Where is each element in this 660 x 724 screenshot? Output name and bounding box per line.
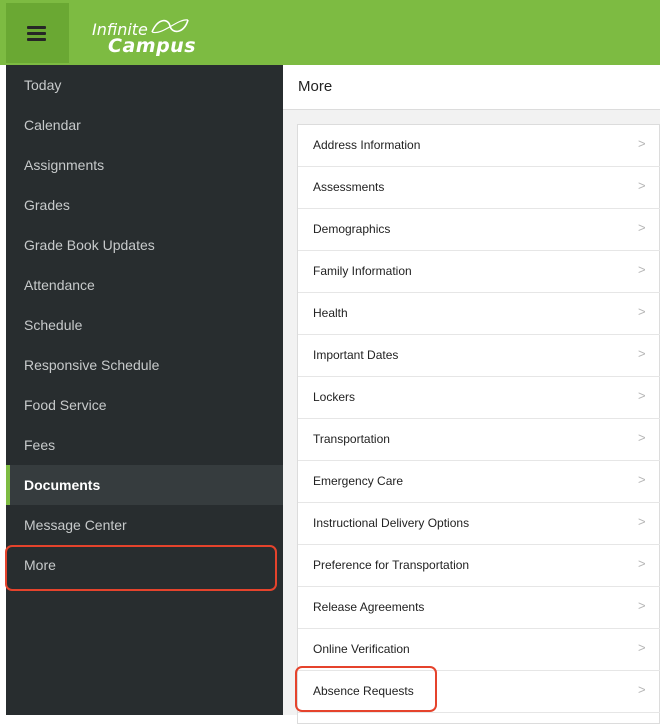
list-item-important-dates[interactable]: Important Dates > <box>298 335 660 377</box>
list-item-transportation[interactable]: Transportation > <box>298 419 660 461</box>
chevron-right-icon: > <box>638 430 646 445</box>
menu-icon <box>27 26 46 29</box>
chevron-right-icon: > <box>638 388 646 403</box>
list-item-family-information[interactable]: Family Information > <box>298 251 660 293</box>
sidebar-item-attendance[interactable]: Attendance <box>6 265 283 305</box>
list-item-label: Assessments <box>313 180 385 194</box>
chevron-right-icon: > <box>638 640 646 655</box>
list-item-release-agreements[interactable]: Release Agreements > <box>298 587 660 629</box>
chevron-right-icon: > <box>638 682 646 697</box>
list-item-label: Demographics <box>313 222 391 236</box>
sidebar-item-fees[interactable]: Fees <box>6 425 283 465</box>
page-title: More <box>298 78 333 95</box>
menu-icon-bar <box>27 38 46 41</box>
sidebar-item-grades[interactable]: Grades <box>6 185 283 225</box>
list-item-label: Lockers <box>313 390 356 404</box>
chevron-right-icon: > <box>638 472 646 487</box>
chevron-right-icon: > <box>638 556 646 571</box>
list-item-label: Preference for Transportation <box>313 558 470 572</box>
sidebar-nav: Today Calendar Assignments Grades Grade … <box>6 65 283 715</box>
sidebar-item-responsive-schedule[interactable]: Responsive Schedule <box>6 345 283 385</box>
list-item-health[interactable]: Health > <box>298 293 660 335</box>
list-item-online-verification[interactable]: Online Verification > <box>298 629 660 671</box>
chevron-right-icon: > <box>638 262 646 277</box>
list-item-emergency-care[interactable]: Emergency Care > <box>298 461 660 503</box>
sidebar-item-calendar[interactable]: Calendar <box>6 105 283 145</box>
sidebar-item-schedule[interactable]: Schedule <box>6 305 283 345</box>
list-item-demographics[interactable]: Demographics > <box>298 209 660 251</box>
sidebar-item-food-service[interactable]: Food Service <box>6 385 283 425</box>
list-item-label: Online Verification <box>313 642 410 656</box>
chevron-right-icon: > <box>638 304 646 319</box>
sidebar-item-today[interactable]: Today <box>6 65 283 105</box>
chevron-right-icon: > <box>638 220 646 235</box>
list-item-absence-requests[interactable]: Absence Requests > <box>298 671 660 713</box>
list-item-label: Address Information <box>313 138 421 152</box>
chevron-right-icon: > <box>638 346 646 361</box>
sidebar-item-message-center[interactable]: Message Center <box>6 505 283 545</box>
infinite-campus-logo[interactable]: Infinite Campus <box>90 18 200 58</box>
hamburger-menu-button[interactable] <box>6 3 69 63</box>
list-item-label: Emergency Care <box>313 474 404 488</box>
main-content: More Address Information > Assessments >… <box>283 65 660 724</box>
list-item-label: Absence Requests <box>313 684 414 698</box>
more-options-list: Address Information > Assessments > Demo… <box>297 124 660 724</box>
list-item-instructional-delivery-options[interactable]: Instructional Delivery Options > <box>298 503 660 545</box>
chevron-right-icon: > <box>638 598 646 613</box>
list-item-label: Family Information <box>313 264 412 278</box>
list-item-assessments[interactable]: Assessments > <box>298 167 660 209</box>
logo-text-campus: Campus <box>108 35 196 57</box>
sidebar-item-more[interactable]: More <box>6 545 283 585</box>
sidebar-item-grade-book-updates[interactable]: Grade Book Updates <box>6 225 283 265</box>
list-item-label: Transportation <box>313 432 390 446</box>
page-header: More <box>283 65 660 110</box>
chevron-right-icon: > <box>638 178 646 193</box>
top-bar: Infinite Campus <box>0 0 660 65</box>
sidebar-item-documents[interactable]: Documents <box>6 465 283 505</box>
list-item-label: Important Dates <box>313 348 399 362</box>
list-item-lockers[interactable]: Lockers > <box>298 377 660 419</box>
list-item-label: Health <box>313 306 348 320</box>
list-item-label: Release Agreements <box>313 600 425 614</box>
sidebar-item-assignments[interactable]: Assignments <box>6 145 283 185</box>
chevron-right-icon: > <box>638 514 646 529</box>
chevron-right-icon: > <box>638 136 646 151</box>
menu-icon-bar <box>27 32 46 35</box>
list-item-preference-for-transportation[interactable]: Preference for Transportation > <box>298 545 660 587</box>
list-item-label: Instructional Delivery Options <box>313 516 470 530</box>
infinity-logo-icon <box>151 19 189 34</box>
list-item-address-information[interactable]: Address Information > <box>298 125 660 167</box>
